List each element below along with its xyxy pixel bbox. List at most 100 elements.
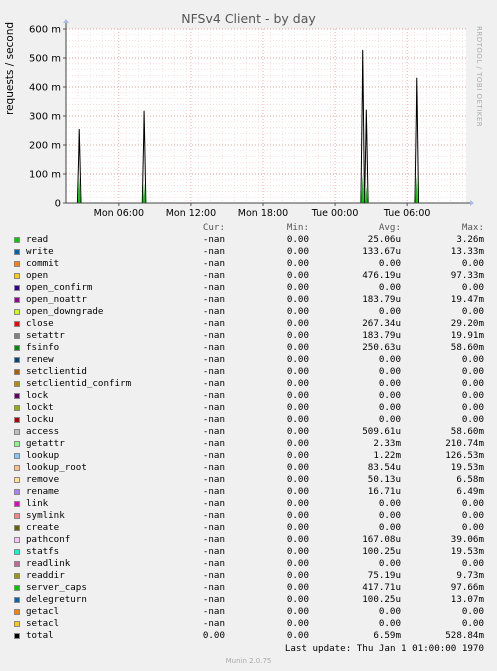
legend-cur: -nan <box>202 438 225 449</box>
legend-row: create -nan 0.00 0.00 0.00 <box>0 522 497 534</box>
legend-swatch <box>14 501 20 507</box>
legend-name: open_noattr <box>26 294 87 305</box>
legend-swatch <box>14 333 20 339</box>
legend-avg: 0.00 <box>378 390 401 401</box>
y-tick-label: 500 m <box>29 54 61 65</box>
legend-min: 0.00 <box>286 522 309 533</box>
legend-name: statfs <box>26 546 60 557</box>
legend-max: 19.47m <box>450 294 484 305</box>
legend-name: getacl <box>26 606 60 617</box>
legend-avg: 0.00 <box>378 558 401 569</box>
legend-min: 0.00 <box>286 378 309 389</box>
legend-name: access <box>26 426 60 437</box>
legend-max: 0.00 <box>461 378 484 389</box>
legend-swatch <box>14 321 20 327</box>
y-tick-label: 300 m <box>29 112 61 123</box>
legend-min: 0.00 <box>286 318 309 329</box>
legend-min: 0.00 <box>286 606 309 617</box>
legend-row: setclientid_confirm -nan 0.00 0.00 0.00 <box>0 378 497 390</box>
legend-cur: -nan <box>202 354 225 365</box>
legend-max: 29.20m <box>450 318 484 329</box>
legend-cur: -nan <box>202 546 225 557</box>
legend-min: 0.00 <box>286 618 309 629</box>
legend-row: open_noattr -nan 0.00 183.79u 19.47m <box>0 294 497 306</box>
legend-avg: 167.08u <box>362 534 401 545</box>
legend-min: 0.00 <box>286 486 309 497</box>
legend-max: 0.00 <box>461 354 484 365</box>
legend-max: 13.33m <box>450 246 484 257</box>
legend-max: 6.58m <box>456 474 484 485</box>
legend-name: setattr <box>26 330 65 341</box>
legend-avg: 16.71u <box>367 486 401 497</box>
legend-row: setclientid -nan 0.00 0.00 0.00 <box>0 366 497 378</box>
legend-min: 0.00 <box>286 366 309 377</box>
legend-cur: -nan <box>202 330 225 341</box>
legend-avg: 1.22m <box>373 450 401 461</box>
legend-min: 0.00 <box>286 570 309 581</box>
legend-swatch <box>14 573 20 579</box>
legend-swatch <box>14 489 20 495</box>
legend-row: setattr -nan 0.00 183.79u 19.91m <box>0 330 497 342</box>
legend-row: getacl -nan 0.00 0.00 0.00 <box>0 606 497 618</box>
legend-min: 0.00 <box>286 342 309 353</box>
legend-max: 97.66m <box>450 582 484 593</box>
legend-min: 0.00 <box>286 558 309 569</box>
legend-row: lookup -nan 0.00 1.22m 126.53m <box>0 450 497 462</box>
legend-name: open <box>26 270 49 281</box>
legend-cur: -nan <box>202 570 225 581</box>
legend-avg: 0.00 <box>378 402 401 413</box>
legend-name: setclientid_confirm <box>26 378 132 389</box>
x-axis-arrow <box>470 200 474 206</box>
legend-min: 0.00 <box>286 438 309 449</box>
legend-swatch <box>14 345 20 351</box>
legend-row: lock -nan 0.00 0.00 0.00 <box>0 390 497 402</box>
legend-name: close <box>26 318 54 329</box>
legend-avg: 509.61u <box>362 426 401 437</box>
legend-cur: -nan <box>202 258 225 269</box>
legend-min: 0.00 <box>286 402 309 413</box>
legend-name: locku <box>26 414 54 425</box>
legend-name: lookup <box>26 450 60 461</box>
legend-swatch <box>14 597 20 603</box>
legend-cur: -nan <box>202 618 225 629</box>
legend-avg: 183.79u <box>362 330 401 341</box>
legend-cur: -nan <box>202 234 225 245</box>
legend-min: 0.00 <box>286 234 309 245</box>
legend-max: 0.00 <box>461 282 484 293</box>
legend-name: rename <box>26 486 60 497</box>
legend-max: 0.00 <box>461 522 484 533</box>
legend-max: 19.53m <box>450 462 484 473</box>
legend-avg: 0.00 <box>378 354 401 365</box>
legend-cur: -nan <box>202 390 225 401</box>
legend-swatch <box>14 537 20 543</box>
legend-max: 0.00 <box>461 606 484 617</box>
y-tick-label: 100 m <box>29 170 61 181</box>
legend-swatch <box>14 585 20 591</box>
legend-name: open_downgrade <box>26 306 104 317</box>
legend-min: 0.00 <box>286 330 309 341</box>
legend-min: 0.00 <box>286 630 309 641</box>
legend-max: 210.74m <box>445 438 484 449</box>
legend-row: open -nan 0.00 476.19u 97.33m <box>0 270 497 282</box>
legend-max: 126.53m <box>445 450 484 461</box>
legend-name: pathconf <box>26 534 71 545</box>
legend-min: 0.00 <box>286 534 309 545</box>
legend-row: fsinfo -nan 0.00 250.63u 58.60m <box>0 342 497 354</box>
legend-name: link <box>26 498 49 509</box>
legend-avg: 2.33m <box>373 438 401 449</box>
legend-swatch <box>14 237 20 243</box>
legend-max: 39.06m <box>450 534 484 545</box>
legend-avg: 0.00 <box>378 378 401 389</box>
header-max: Max: <box>461 222 484 233</box>
legend-swatch <box>14 441 20 447</box>
legend-min: 0.00 <box>286 426 309 437</box>
legend-max: 528.84m <box>445 630 484 641</box>
legend-min: 0.00 <box>286 594 309 605</box>
legend-cur: -nan <box>202 306 225 317</box>
y-tick-label: 200 m <box>29 141 61 152</box>
legend-max: 0.00 <box>461 498 484 509</box>
legend-min: 0.00 <box>286 390 309 401</box>
legend-min: 0.00 <box>286 450 309 461</box>
legend-header: Cur: Min: Avg: Max: <box>0 222 497 234</box>
legend-min: 0.00 <box>286 462 309 473</box>
